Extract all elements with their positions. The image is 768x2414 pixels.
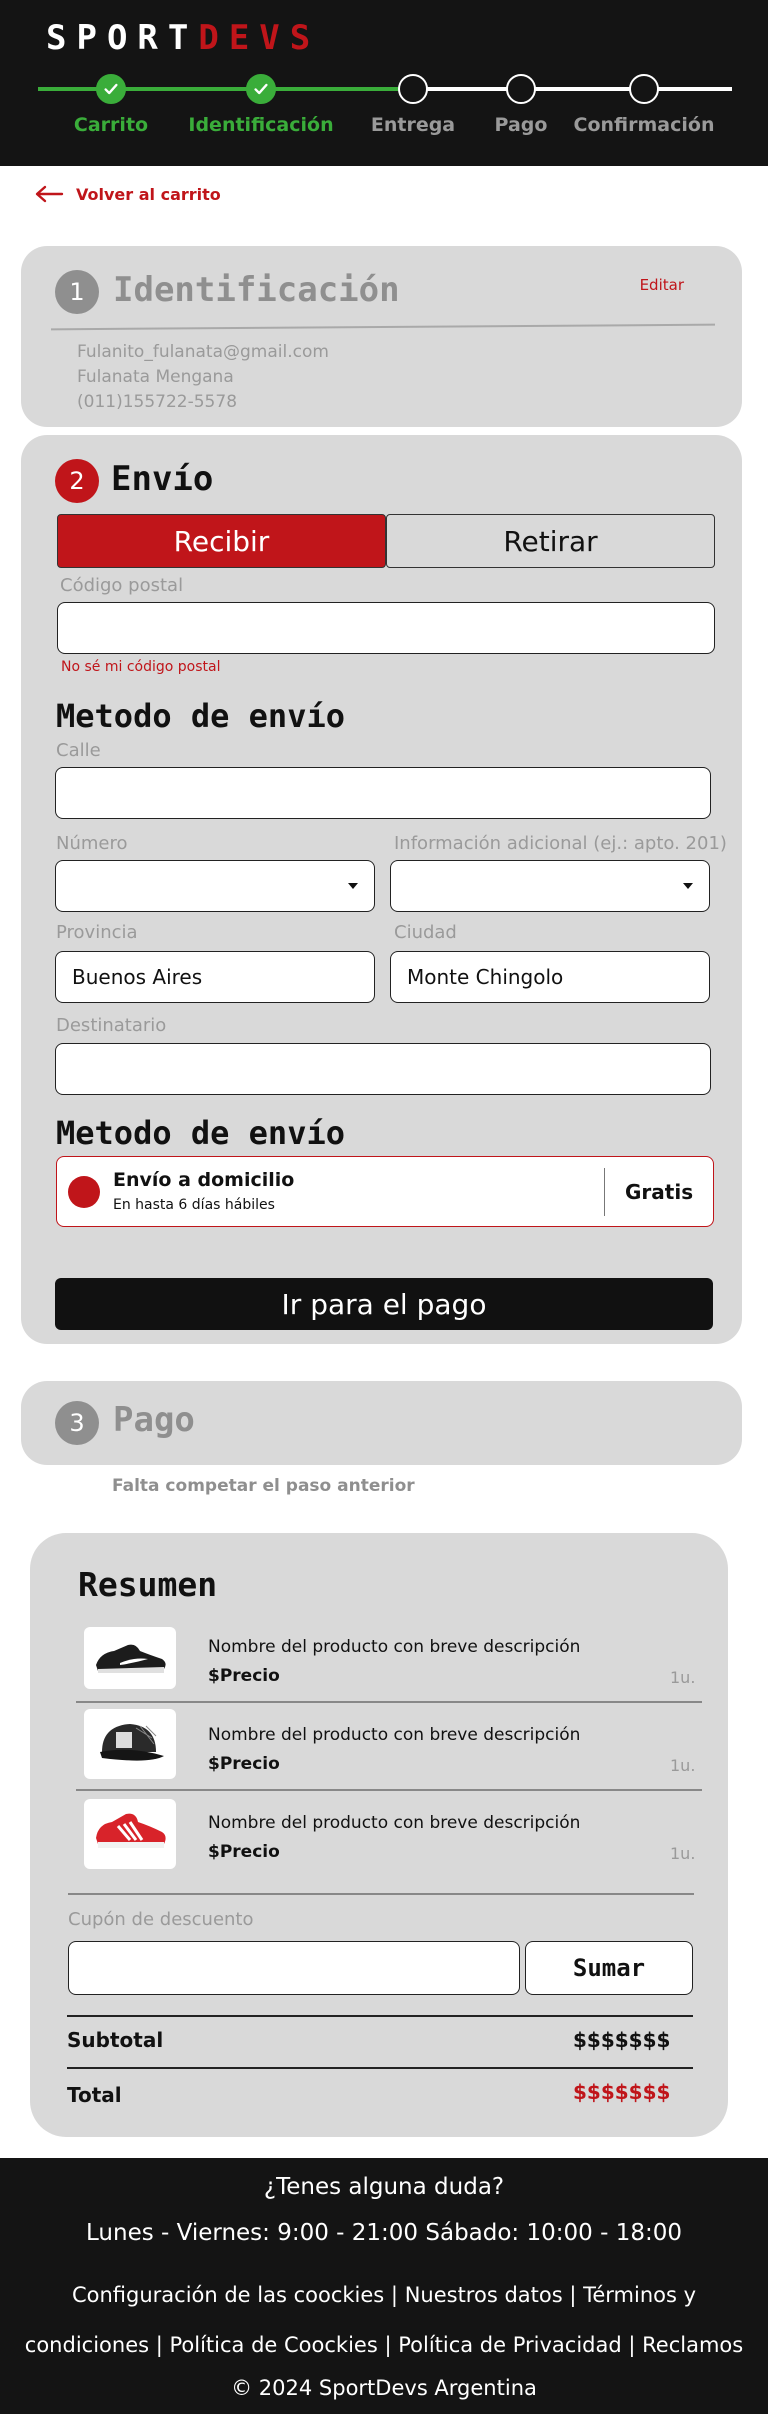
shipping-option-home[interactable]: Envío a domicilio En hasta 6 días hábile…	[56, 1156, 714, 1227]
edit-link[interactable]: Editar	[640, 276, 684, 294]
product-name: Nombre del producto con breve descripció…	[208, 1725, 581, 1745]
product-quantity: 1u.	[670, 1844, 696, 1863]
product-quantity: 1u.	[670, 1668, 696, 1687]
divider	[604, 1168, 605, 1216]
summary-product[interactable]: Nombre del producto con breve descripció…	[76, 1709, 706, 1797]
logo-text-white: SPORT	[46, 18, 199, 58]
radio-selected-icon	[68, 1176, 100, 1208]
shipping-title: Envío	[111, 459, 214, 499]
apply-coupon-button[interactable]: Sumar	[525, 1941, 693, 1995]
step-number-badge: 3	[55, 1401, 99, 1445]
step-circle-icon	[629, 74, 659, 104]
receive-toggle[interactable]: Recibir	[57, 514, 386, 568]
divider	[76, 1789, 702, 1791]
product-price: $Precio	[208, 1754, 280, 1774]
caret-down-icon	[348, 883, 358, 889]
recipient-label: Destinatario	[56, 1015, 167, 1036]
shipping-option-price: Gratis	[625, 1180, 694, 1204]
shipping-method-heading: Metodo de envío	[56, 697, 345, 735]
payment-title: Pago	[113, 1400, 195, 1440]
subtotal-label: Subtotal	[67, 2028, 164, 2052]
postal-code-label: Código postal	[60, 575, 184, 596]
caret-down-icon	[683, 883, 693, 889]
back-to-cart-link[interactable]: Volver al carrito	[34, 184, 221, 204]
identification-email: Fulanito_fulanata@gmail.com	[77, 342, 329, 362]
footer-links: Configuración de las coockies | Nuestros…	[24, 2283, 744, 2357]
progress-step-confirmacion[interactable]: Confirmación	[554, 74, 734, 136]
product-quantity: 1u.	[670, 1756, 696, 1775]
additional-info-select[interactable]	[390, 860, 710, 912]
step-label: Confirmación	[573, 114, 715, 136]
payment-missing-note: Falta competar el paso anterior	[112, 1476, 415, 1496]
city-label: Ciudad	[394, 922, 457, 943]
divider	[68, 1893, 694, 1895]
step-circle-icon	[506, 74, 536, 104]
product-name: Nombre del producto con breve descripció…	[208, 1637, 581, 1657]
footer-link-cookies-config[interactable]: Configuración de las coockies	[72, 2283, 384, 2307]
pickup-toggle[interactable]: Retirar	[386, 514, 715, 568]
product-name: Nombre del producto con breve descripció…	[208, 1813, 581, 1833]
total-value: $$$$$$$	[573, 2080, 671, 2104]
footer-link-claims[interactable]: Reclamos	[642, 2333, 743, 2357]
step-number-badge: 1	[55, 270, 99, 314]
shipping-method-heading-2: Metodo de envío	[56, 1114, 345, 1152]
footer-link-cookie-policy[interactable]: Política de Coockies	[170, 2333, 378, 2357]
number-select[interactable]	[55, 860, 375, 912]
shipping-option-eta: En hasta 6 días hábiles	[113, 1197, 275, 1213]
black-sneaker-icon	[84, 1627, 176, 1689]
check-icon	[246, 74, 276, 104]
check-icon	[96, 74, 126, 104]
product-price: $Precio	[208, 1842, 280, 1862]
shipping-card: 2 Envío Recibir Retirar Código postal No…	[21, 435, 742, 1344]
additional-info-label: Información adicional (ej.: apto. 201)	[394, 833, 727, 854]
site-footer: ¿Tenes alguna duda? Lunes - Viernes: 9:0…	[0, 2158, 768, 2414]
postal-code-input[interactable]	[57, 602, 715, 654]
arrow-left-icon	[35, 185, 64, 203]
summary-product[interactable]: Nombre del producto con breve descripció…	[76, 1621, 706, 1709]
street-label: Calle	[56, 740, 101, 761]
step-circle-icon	[398, 74, 428, 104]
payment-card: 3 Pago	[21, 1381, 742, 1465]
province-label: Provincia	[56, 922, 138, 943]
unknown-postal-code-link[interactable]: No sé mi código postal	[61, 659, 220, 675]
product-price: $Precio	[208, 1666, 280, 1686]
cap-icon	[84, 1709, 176, 1779]
divider	[76, 1701, 702, 1703]
summary-product[interactable]: Nombre del producto con breve descripció…	[76, 1797, 706, 1885]
red-sneaker-icon	[84, 1799, 176, 1869]
footer-question: ¿Tenes alguna duda?	[263, 2174, 505, 2200]
street-input[interactable]	[55, 767, 711, 819]
divider	[51, 323, 715, 331]
coupon-label: Cupón de descuento	[68, 1909, 254, 1930]
identification-name: Fulanata Mengana	[77, 367, 234, 387]
summary-title: Resumen	[78, 1565, 218, 1604]
shipping-option-name: Envío a domicilio	[113, 1169, 295, 1191]
province-input[interactable]: Buenos Aires	[55, 951, 375, 1003]
footer-link-our-data[interactable]: Nuestros datos	[405, 2283, 563, 2307]
coupon-input[interactable]	[68, 1941, 520, 1995]
subtotal-value: $$$$$$$	[573, 2028, 671, 2052]
logo-text-red: DEVS	[198, 18, 321, 58]
brand-logo[interactable]: SPORTDEVS	[46, 18, 320, 58]
order-summary-card: Resumen Nombre del producto con breve de…	[30, 1533, 728, 2137]
city-input[interactable]: Monte Chingolo	[390, 951, 710, 1003]
site-header: SPORTDEVS Carrito Identificación Entrega…	[0, 0, 768, 166]
footer-copyright: © 2024 SportDevs Argentina	[231, 2376, 537, 2400]
divider	[67, 2067, 693, 2069]
footer-hours: Lunes - Viernes: 9:00 - 21:00 Sábado: 10…	[86, 2220, 682, 2246]
divider	[67, 2015, 693, 2017]
checkout-page: SPORTDEVS Carrito Identificación Entrega…	[0, 0, 768, 2414]
back-link-label: Volver al carrito	[76, 184, 221, 204]
step-number-badge: 2	[55, 459, 99, 503]
identification-phone: (011)155722-5578	[77, 392, 238, 412]
identification-title: Identificación	[113, 270, 400, 310]
footer-link-privacy[interactable]: Política de Privacidad	[398, 2333, 621, 2357]
go-to-payment-button[interactable]: Ir para el pago	[55, 1278, 713, 1330]
number-label: Número	[56, 833, 128, 854]
identification-card: 1 Identificación Editar Fulanito_fulanat…	[21, 246, 742, 427]
recipient-input[interactable]	[55, 1043, 711, 1095]
total-label: Total	[67, 2083, 122, 2107]
